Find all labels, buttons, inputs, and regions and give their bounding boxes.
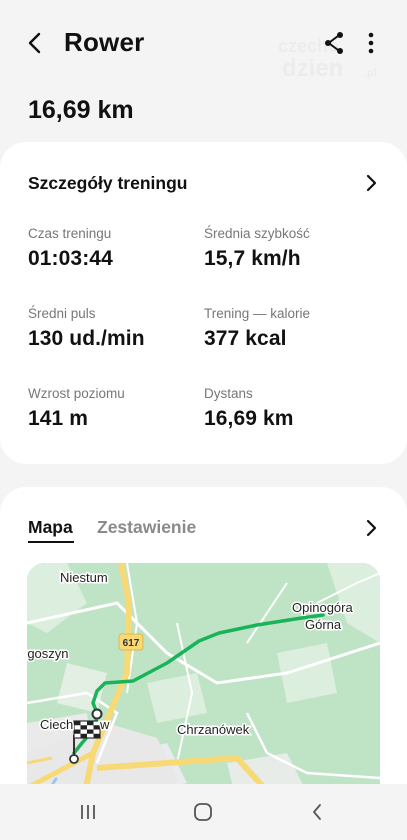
nav-back-button[interactable] [303,798,331,826]
stat-label: Średnia szybkość [204,226,310,241]
stat-value: 15,7 km/h [204,247,301,270]
place-label-chrzanowek: Chrzanówek [177,722,250,737]
more-options-button[interactable] [360,30,382,56]
stat-elevation-gain: Wzrost poziomu 141 m [28,386,125,431]
stat-average-speed: Średnia szybkość 15,7 km/h [204,226,310,271]
stat-value: 377 kcal [204,327,287,350]
stat-label: Wzrost poziomu [28,386,125,401]
page-title: Rower [64,27,145,57]
place-label-niestum: Niestum [60,570,108,585]
chevron-right-icon[interactable] [362,174,380,192]
tab-map[interactable]: Mapa [28,517,73,538]
place-label-ciechanow-end: w [99,717,110,732]
stat-calories: Trening — kalorie 377 kcal [204,306,310,351]
home-icon [194,803,212,821]
stat-label: Średni puls [28,306,96,321]
back-arrow-icon [28,32,41,54]
road-number: 617 [123,638,140,649]
stat-workout-time: Czas treningu 01:03:44 [28,226,113,271]
stat-label: Czas treningu [28,226,112,241]
stat-value: 141 m [28,407,89,430]
more-vertical-icon [368,32,374,54]
place-label-goszyn: rgoszyn [27,646,69,661]
tab-active-indicator [28,541,74,543]
chevron-right-icon[interactable] [362,519,380,537]
place-label-opinogora-gorna: Górna [305,617,342,632]
place-label-ciechanow: Ciech [40,717,73,732]
stat-value: 130 ud./min [28,327,145,350]
recents-button[interactable] [74,798,102,826]
stat-label: Trening — kalorie [204,306,311,321]
stat-average-heart-rate: Średni puls 130 ud./min [28,306,145,351]
stat-value: 16,69 km [204,407,294,430]
share-icon [325,32,343,54]
stat-distance: Dystans 16,69 km [204,386,294,431]
total-distance: 16,69 km [28,96,134,124]
workout-details-card: Szczegóły treningu Czas treningu 01:03:4… [0,142,407,464]
system-navigation-bar [0,784,407,840]
tab-summary[interactable]: Zestawienie [97,517,196,538]
recents-icon [81,805,95,819]
svg-text:.pl: .pl [364,67,377,79]
svg-text:dzien: dzien [282,55,343,82]
nav-back-icon [313,804,321,820]
home-button[interactable] [189,798,217,826]
share-button[interactable] [322,30,346,56]
stat-value: 01:03:44 [28,247,113,270]
back-button[interactable] [20,28,50,58]
stat-label: Dystans [204,386,253,401]
details-title: Szczegóły treningu [28,173,188,193]
app-header: Rower czecho dzien .pl [0,0,407,86]
place-label-opinogora: Opinogóra [292,600,353,615]
